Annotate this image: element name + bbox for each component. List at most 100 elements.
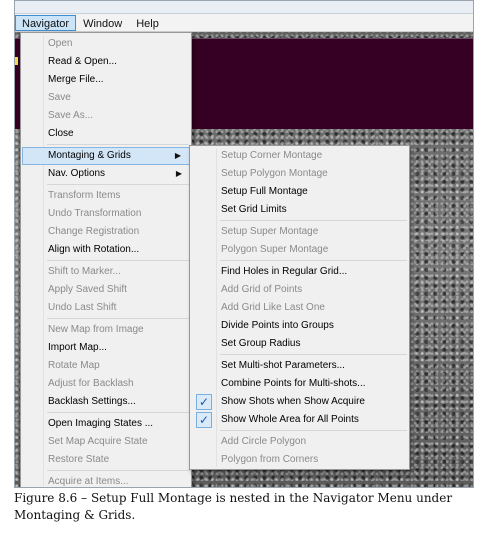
menu-item-close[interactable]: Close (22, 125, 190, 143)
menu-separator (47, 260, 189, 261)
menu-item-transform-items: Transform Items (22, 187, 190, 205)
menu-item-nav-options[interactable]: Nav. Options ▶ (22, 165, 190, 183)
menu-item-setup-corner-montage: Setup Corner Montage (191, 147, 408, 165)
menu-separator (47, 470, 189, 471)
menu-item-label: Change Registration (48, 226, 140, 237)
menu-item-show-whole-area-for-all-points[interactable]: Show Whole Area for All Points ✓ (191, 411, 408, 429)
menu-item-read-open[interactable]: Read & Open... (22, 53, 190, 71)
menu-item-label: Setup Super Montage (221, 226, 319, 237)
checkmark-icon: ✓ (196, 412, 212, 428)
menu-item-open: Open (22, 35, 190, 53)
menu-item-label: Find Holes in Regular Grid... (221, 266, 348, 277)
menu-item-acquire-at-items: Acquire at Items... (22, 473, 190, 487)
menu-item-label: Nav. Options (48, 168, 106, 179)
menu-item-label: Divide Points into Groups (221, 320, 334, 331)
menu-item-label: Rotate Map (48, 360, 100, 371)
menu-separator (220, 430, 407, 431)
menu-item-shift-to-marker: Shift to Marker... (22, 263, 190, 281)
menu-item-label: Save (48, 92, 71, 103)
menu-item-label: Add Grid Like Last One (221, 302, 325, 313)
menu-item-label: Set Group Radius (221, 338, 301, 349)
menu-item-import-map[interactable]: Import Map... (22, 339, 190, 357)
figure-caption: Figure 8.6 – Setup Full Montage is neste… (14, 491, 453, 522)
menu-window[interactable]: Window (76, 15, 129, 31)
menu-item-label: Read & Open... (48, 56, 117, 67)
menu-item-label: New Map from Image (48, 324, 144, 335)
title-bar (15, 1, 473, 14)
menu-item-label: Set Multi-shot Parameters... (221, 360, 345, 371)
panel-marker (15, 57, 18, 65)
menu-item-label: Import Map... (48, 342, 107, 353)
menu-item-polygon-from-corners: Polygon from Corners (191, 451, 408, 469)
menu-help[interactable]: Help (129, 15, 166, 31)
menu-item-combine-points-for-multi-shots[interactable]: Combine Points for Multi-shots... (191, 375, 408, 393)
menu-separator (47, 318, 189, 319)
menu-item-label: Set Grid Limits (221, 204, 287, 215)
menu-item-setup-polygon-montage: Setup Polygon Montage (191, 165, 408, 183)
menu-item-label: Acquire at Items... (48, 476, 129, 487)
menu-item-add-grid-of-points: Add Grid of Points (191, 281, 408, 299)
menu-item-label: Open Imaging States ... (48, 418, 154, 429)
menu-item-align-with-rotation[interactable]: Align with Rotation... (22, 241, 190, 259)
navigator-menu: Open Read & Open... Merge File... Save Save … (20, 32, 192, 487)
chevron-right-icon: ▶ (175, 169, 182, 178)
menu-item-label: Combine Points for Multi-shots... (221, 378, 366, 389)
menu-item-restore-state: Restore State (22, 451, 190, 469)
menu-item-label: Add Circle Polygon (221, 436, 307, 447)
menu-item-label: Setup Corner Montage (221, 150, 323, 161)
menu-separator (47, 184, 189, 185)
menu-item-label: Align with Rotation... (48, 244, 140, 255)
menu-item-label: Open (48, 38, 73, 49)
menu-item-label: Save As... (48, 110, 94, 121)
menu-item-setup-full-montage[interactable]: Setup Full Montage (191, 183, 408, 201)
menu-item-backlash-settings[interactable]: Backlash Settings... (22, 393, 190, 411)
menu-item-label: Montaging & Grids (48, 150, 131, 161)
menu-item-apply-saved-shift: Apply Saved Shift (22, 281, 190, 299)
menu-item-set-multi-shot-parameters[interactable]: Set Multi-shot Parameters... (191, 357, 408, 375)
menu-item-show-shots-when-show-acquire[interactable]: Show Shots when Show Acquire ✓ (191, 393, 408, 411)
menu-item-label: Setup Full Montage (221, 186, 308, 197)
menu-item-label: Merge File... (48, 74, 104, 85)
menu-item-set-group-radius[interactable]: Set Group Radius (191, 335, 408, 353)
menu-item-change-registration: Change Registration (22, 223, 190, 241)
menu-item-label: Adjust for Backlash (48, 378, 134, 389)
menu-item-undo-last-shift: Undo Last Shift (22, 299, 190, 317)
menu-item-label: Add Grid of Points (221, 284, 303, 295)
menu-item-setup-super-montage: Setup Super Montage (191, 223, 408, 241)
menu-item-add-grid-like-last-one: Add Grid Like Last One (191, 299, 408, 317)
menu-item-label: Undo Transformation (48, 208, 142, 219)
montaging-grids-submenu: Setup Corner Montage Setup Polygon Montag… (189, 145, 410, 470)
menu-item-label: Undo Last Shift (48, 302, 117, 313)
menu-item-divide-points-into-groups[interactable]: Divide Points into Groups (191, 317, 408, 335)
menu-item-add-circle-polygon: Add Circle Polygon (191, 433, 408, 451)
menu-item-label: Polygon Super Montage (221, 244, 329, 255)
menu-item-label: Transform Items (48, 190, 121, 201)
menu-item-label: Restore State (48, 454, 110, 465)
menu-item-undo-transformation: Undo Transformation (22, 205, 190, 223)
menu-item-label: Close (48, 128, 74, 139)
screenshot-frame: Navigator Window Help Open Read & Open... Me… (14, 0, 474, 488)
menu-item-save-as: Save As... (22, 107, 190, 125)
menu-item-label: Show Whole Area for All Points (221, 414, 359, 425)
menu-item-label: Polygon from Corners (221, 454, 319, 465)
menu-separator (220, 220, 407, 221)
menu-item-rotate-map: Rotate Map (22, 357, 190, 375)
menu-item-label: Apply Saved Shift (48, 284, 127, 295)
checkmark-icon: ✓ (196, 394, 212, 410)
menu-item-find-holes-in-regular-grid[interactable]: Find Holes in Regular Grid... (191, 263, 408, 281)
menu-item-open-imaging-states[interactable]: Open Imaging States ... (22, 415, 190, 433)
menu-item-merge-file[interactable]: Merge File... (22, 71, 190, 89)
menu-item-montaging-grids[interactable]: Montaging & Grids ▶ (22, 147, 190, 165)
menu-item-adjust-for-backlash: Adjust for Backlash (22, 375, 190, 393)
menu-separator (220, 260, 407, 261)
menu-navigator[interactable]: Navigator (15, 14, 77, 31)
menu-bar: Navigator Window Help (15, 14, 473, 32)
menu-item-label: Set Map Acquire State (48, 436, 148, 447)
menu-item-label: Show Shots when Show Acquire (221, 396, 365, 407)
menu-item-new-map-from-image: New Map from Image (22, 321, 190, 339)
menu-item-label: Backlash Settings... (48, 396, 136, 407)
menu-item-set-grid-limits[interactable]: Set Grid Limits (191, 201, 408, 219)
menu-separator (47, 412, 189, 413)
menu-item-label: Setup Polygon Montage (221, 168, 328, 179)
menu-item-set-map-acquire-state: Set Map Acquire State (22, 433, 190, 451)
